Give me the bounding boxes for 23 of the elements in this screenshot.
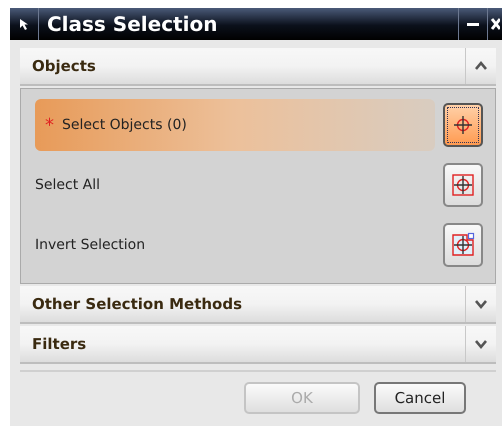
select-button[interactable] <box>443 103 483 147</box>
crosshair-icon <box>450 232 476 258</box>
crosshair-icon <box>450 172 476 198</box>
section-header[interactable]: Objects <box>20 48 496 86</box>
required-mark: * <box>45 114 54 136</box>
step-label: Invert Selection <box>35 237 146 253</box>
selection-step[interactable]: Select All <box>35 159 435 211</box>
section-title: Other Selection Methods <box>31 294 244 315</box>
selection-step[interactable]: * Select Objects (0) <box>35 99 435 151</box>
selection-step[interactable]: Invert Selection <box>35 219 435 271</box>
close-button[interactable] <box>487 8 502 40</box>
minimize-icon <box>467 22 479 26</box>
window-title: Class Selection <box>38 8 458 40</box>
section-title: Objects <box>31 56 97 77</box>
step-label: Select All <box>35 177 100 193</box>
section-header[interactable]: Filters <box>20 326 496 364</box>
step-label: Select Objects (0) <box>62 117 187 133</box>
dialog-button[interactable]: Cancel <box>374 382 466 414</box>
close-icon <box>490 17 500 31</box>
select-button[interactable] <box>443 163 483 207</box>
section-title: Filters <box>31 334 88 355</box>
select-button[interactable] <box>443 223 483 267</box>
section-header[interactable]: Other Selection Methods <box>20 286 496 324</box>
